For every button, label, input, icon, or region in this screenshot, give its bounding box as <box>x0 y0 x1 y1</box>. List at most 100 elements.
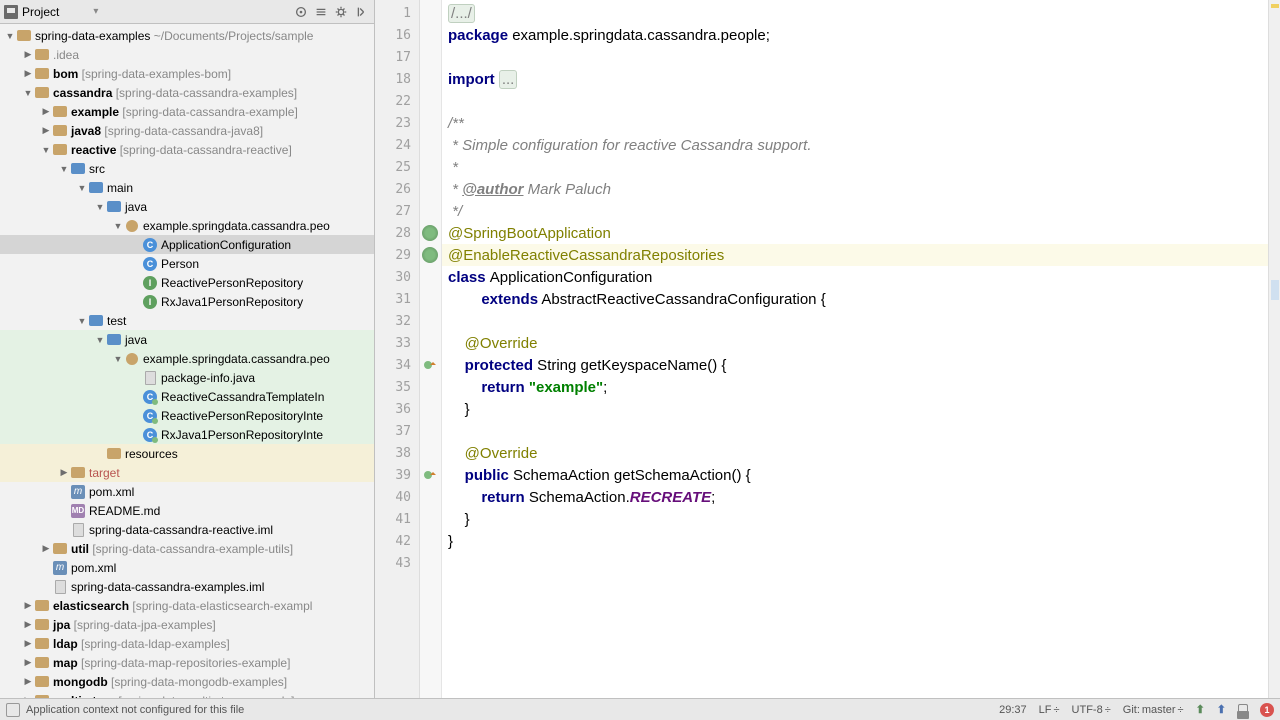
line-number[interactable]: 39 <box>375 464 419 486</box>
line-number[interactable]: 42 <box>375 530 419 552</box>
code-line[interactable]: extends AbstractReactiveCassandraConfigu… <box>442 288 1268 310</box>
tree-item[interactable]: ▶example [spring-data-cassandra-example] <box>0 102 374 121</box>
lock-icon[interactable] <box>1238 704 1248 716</box>
code-line[interactable] <box>442 310 1268 332</box>
tree-item[interactable]: CReactiveCassandraTemplateIn <box>0 387 374 406</box>
notification-badge[interactable]: 1 <box>1260 703 1274 717</box>
line-number[interactable]: 34 <box>375 354 419 376</box>
tree-item[interactable]: mpom.xml <box>0 482 374 501</box>
tree-item[interactable]: package-info.java <box>0 368 374 387</box>
code-line[interactable]: */ <box>442 200 1268 222</box>
tree-toggle[interactable]: ▼ <box>76 183 88 193</box>
status-icon[interactable] <box>6 703 20 717</box>
tree-toggle[interactable]: ▼ <box>112 221 124 231</box>
tree-toggle[interactable]: ▶ <box>22 49 34 60</box>
tree-item[interactable]: ▶jpa [spring-data-jpa-examples] <box>0 615 374 634</box>
tree-item[interactable]: ▼example.springdata.cassandra.peo <box>0 349 374 368</box>
line-number[interactable]: 33 <box>375 332 419 354</box>
tree-toggle[interactable]: ▶ <box>22 619 34 630</box>
tree-item[interactable]: ▶multi-store [spring-data-multi-store-ex… <box>0 691 374 698</box>
code-line[interactable] <box>442 420 1268 442</box>
tree-item[interactable]: ▶.idea <box>0 45 374 64</box>
tree-item[interactable]: spring-data-cassandra-reactive.iml <box>0 520 374 539</box>
code-line[interactable]: } <box>442 398 1268 420</box>
tree-item[interactable]: mpom.xml <box>0 558 374 577</box>
code-line[interactable]: return "example"; <box>442 376 1268 398</box>
tree-item[interactable]: CRxJava1PersonRepositoryInte <box>0 425 374 444</box>
line-number[interactable]: 1 <box>375 2 419 24</box>
line-number[interactable]: 32 <box>375 310 419 332</box>
tree-item[interactable]: resources <box>0 444 374 463</box>
tree-toggle[interactable]: ▶ <box>58 467 70 478</box>
code-line[interactable]: protected String getKeyspaceName() { <box>442 354 1268 376</box>
code-line[interactable]: /** <box>442 112 1268 134</box>
line-number[interactable]: 43 <box>375 552 419 574</box>
code-line[interactable]: class ApplicationConfiguration <box>442 266 1268 288</box>
tree-item[interactable]: ▼main <box>0 178 374 197</box>
override-marker-icon[interactable] <box>422 357 438 373</box>
code-line[interactable]: } <box>442 530 1268 552</box>
tree-item[interactable]: CApplicationConfiguration <box>0 235 374 254</box>
code-line[interactable]: @SpringBootApplication <box>442 222 1268 244</box>
code-line[interactable]: * @author Mark Paluch <box>442 178 1268 200</box>
view-mode-dropdown[interactable]: ▾ <box>93 6 98 17</box>
code-line[interactable]: * <box>442 156 1268 178</box>
code-area[interactable]: /.../package example.springdata.cassandr… <box>442 0 1268 698</box>
tree-item[interactable]: ▶bom [spring-data-examples-bom] <box>0 64 374 83</box>
line-number[interactable]: 28 <box>375 222 419 244</box>
tree-item[interactable]: ▼src <box>0 159 374 178</box>
line-number[interactable]: 35 <box>375 376 419 398</box>
hide-button[interactable] <box>352 3 370 21</box>
line-number[interactable]: 17 <box>375 46 419 68</box>
tree-item[interactable]: ▼reactive [spring-data-cassandra-reactiv… <box>0 140 374 159</box>
spring-marker-icon[interactable] <box>422 225 438 241</box>
tree-item[interactable]: spring-data-cassandra-examples.iml <box>0 577 374 596</box>
project-tree[interactable]: ▼spring-data-examples ~/Documents/Projec… <box>0 24 374 698</box>
tree-item[interactable]: ▶elasticsearch [spring-data-elasticsearc… <box>0 596 374 615</box>
line-number[interactable]: 22 <box>375 90 419 112</box>
line-number[interactable]: 41 <box>375 508 419 530</box>
tree-toggle[interactable]: ▶ <box>22 657 34 668</box>
tree-item[interactable]: ▼java <box>0 330 374 349</box>
tree-toggle[interactable]: ▼ <box>22 88 34 98</box>
code-line[interactable]: /.../ <box>442 2 1268 24</box>
tree-item[interactable]: ▼cassandra [spring-data-cassandra-exampl… <box>0 83 374 102</box>
code-line[interactable] <box>442 90 1268 112</box>
tree-toggle[interactable]: ▶ <box>40 125 52 136</box>
line-number[interactable]: 23 <box>375 112 419 134</box>
tree-toggle[interactable]: ▼ <box>58 164 70 174</box>
line-number[interactable]: 16 <box>375 24 419 46</box>
warning-marker[interactable] <box>1271 4 1279 8</box>
tree-toggle[interactable]: ▼ <box>40 145 52 155</box>
code-line[interactable]: package example.springdata.cassandra.peo… <box>442 24 1268 46</box>
tree-toggle[interactable]: ▼ <box>112 354 124 364</box>
override-marker-icon[interactable] <box>422 467 438 483</box>
code-line[interactable] <box>442 552 1268 574</box>
code-line[interactable] <box>442 46 1268 68</box>
git-pull-icon[interactable]: ⬆ <box>1217 703 1226 716</box>
settings-button[interactable] <box>332 3 350 21</box>
line-number[interactable]: 27 <box>375 200 419 222</box>
tree-toggle[interactable]: ▼ <box>94 335 106 345</box>
tree-toggle[interactable]: ▶ <box>40 543 52 554</box>
git-branch[interactable]: Git: master ÷ <box>1123 704 1184 716</box>
tree-item[interactable]: CReactivePersonRepositoryInte <box>0 406 374 425</box>
code-line[interactable]: } <box>442 508 1268 530</box>
tree-toggle[interactable]: ▶ <box>22 68 34 79</box>
tree-item[interactable]: ▶mongodb [spring-data-mongodb-examples] <box>0 672 374 691</box>
line-number[interactable]: 37 <box>375 420 419 442</box>
code-line[interactable]: return SchemaAction.RECREATE; <box>442 486 1268 508</box>
tree-item[interactable]: ▶ldap [spring-data-ldap-examples] <box>0 634 374 653</box>
code-line[interactable]: @EnableReactiveCassandraRepositories <box>442 244 1268 266</box>
tree-toggle[interactable]: ▶ <box>40 106 52 117</box>
tree-item[interactable]: IRxJava1PersonRepository <box>0 292 374 311</box>
line-number[interactable]: 24 <box>375 134 419 156</box>
tree-item[interactable]: ▶java8 [spring-data-cassandra-java8] <box>0 121 374 140</box>
code-line[interactable]: @Override <box>442 332 1268 354</box>
code-line[interactable]: public SchemaAction getSchemaAction() { <box>442 464 1268 486</box>
cursor-position[interactable]: 29:37 <box>999 704 1027 716</box>
info-marker[interactable] <box>1271 280 1279 300</box>
tree-toggle[interactable]: ▼ <box>76 316 88 326</box>
code-line[interactable]: @Override <box>442 442 1268 464</box>
tree-toggle[interactable]: ▶ <box>22 600 34 611</box>
